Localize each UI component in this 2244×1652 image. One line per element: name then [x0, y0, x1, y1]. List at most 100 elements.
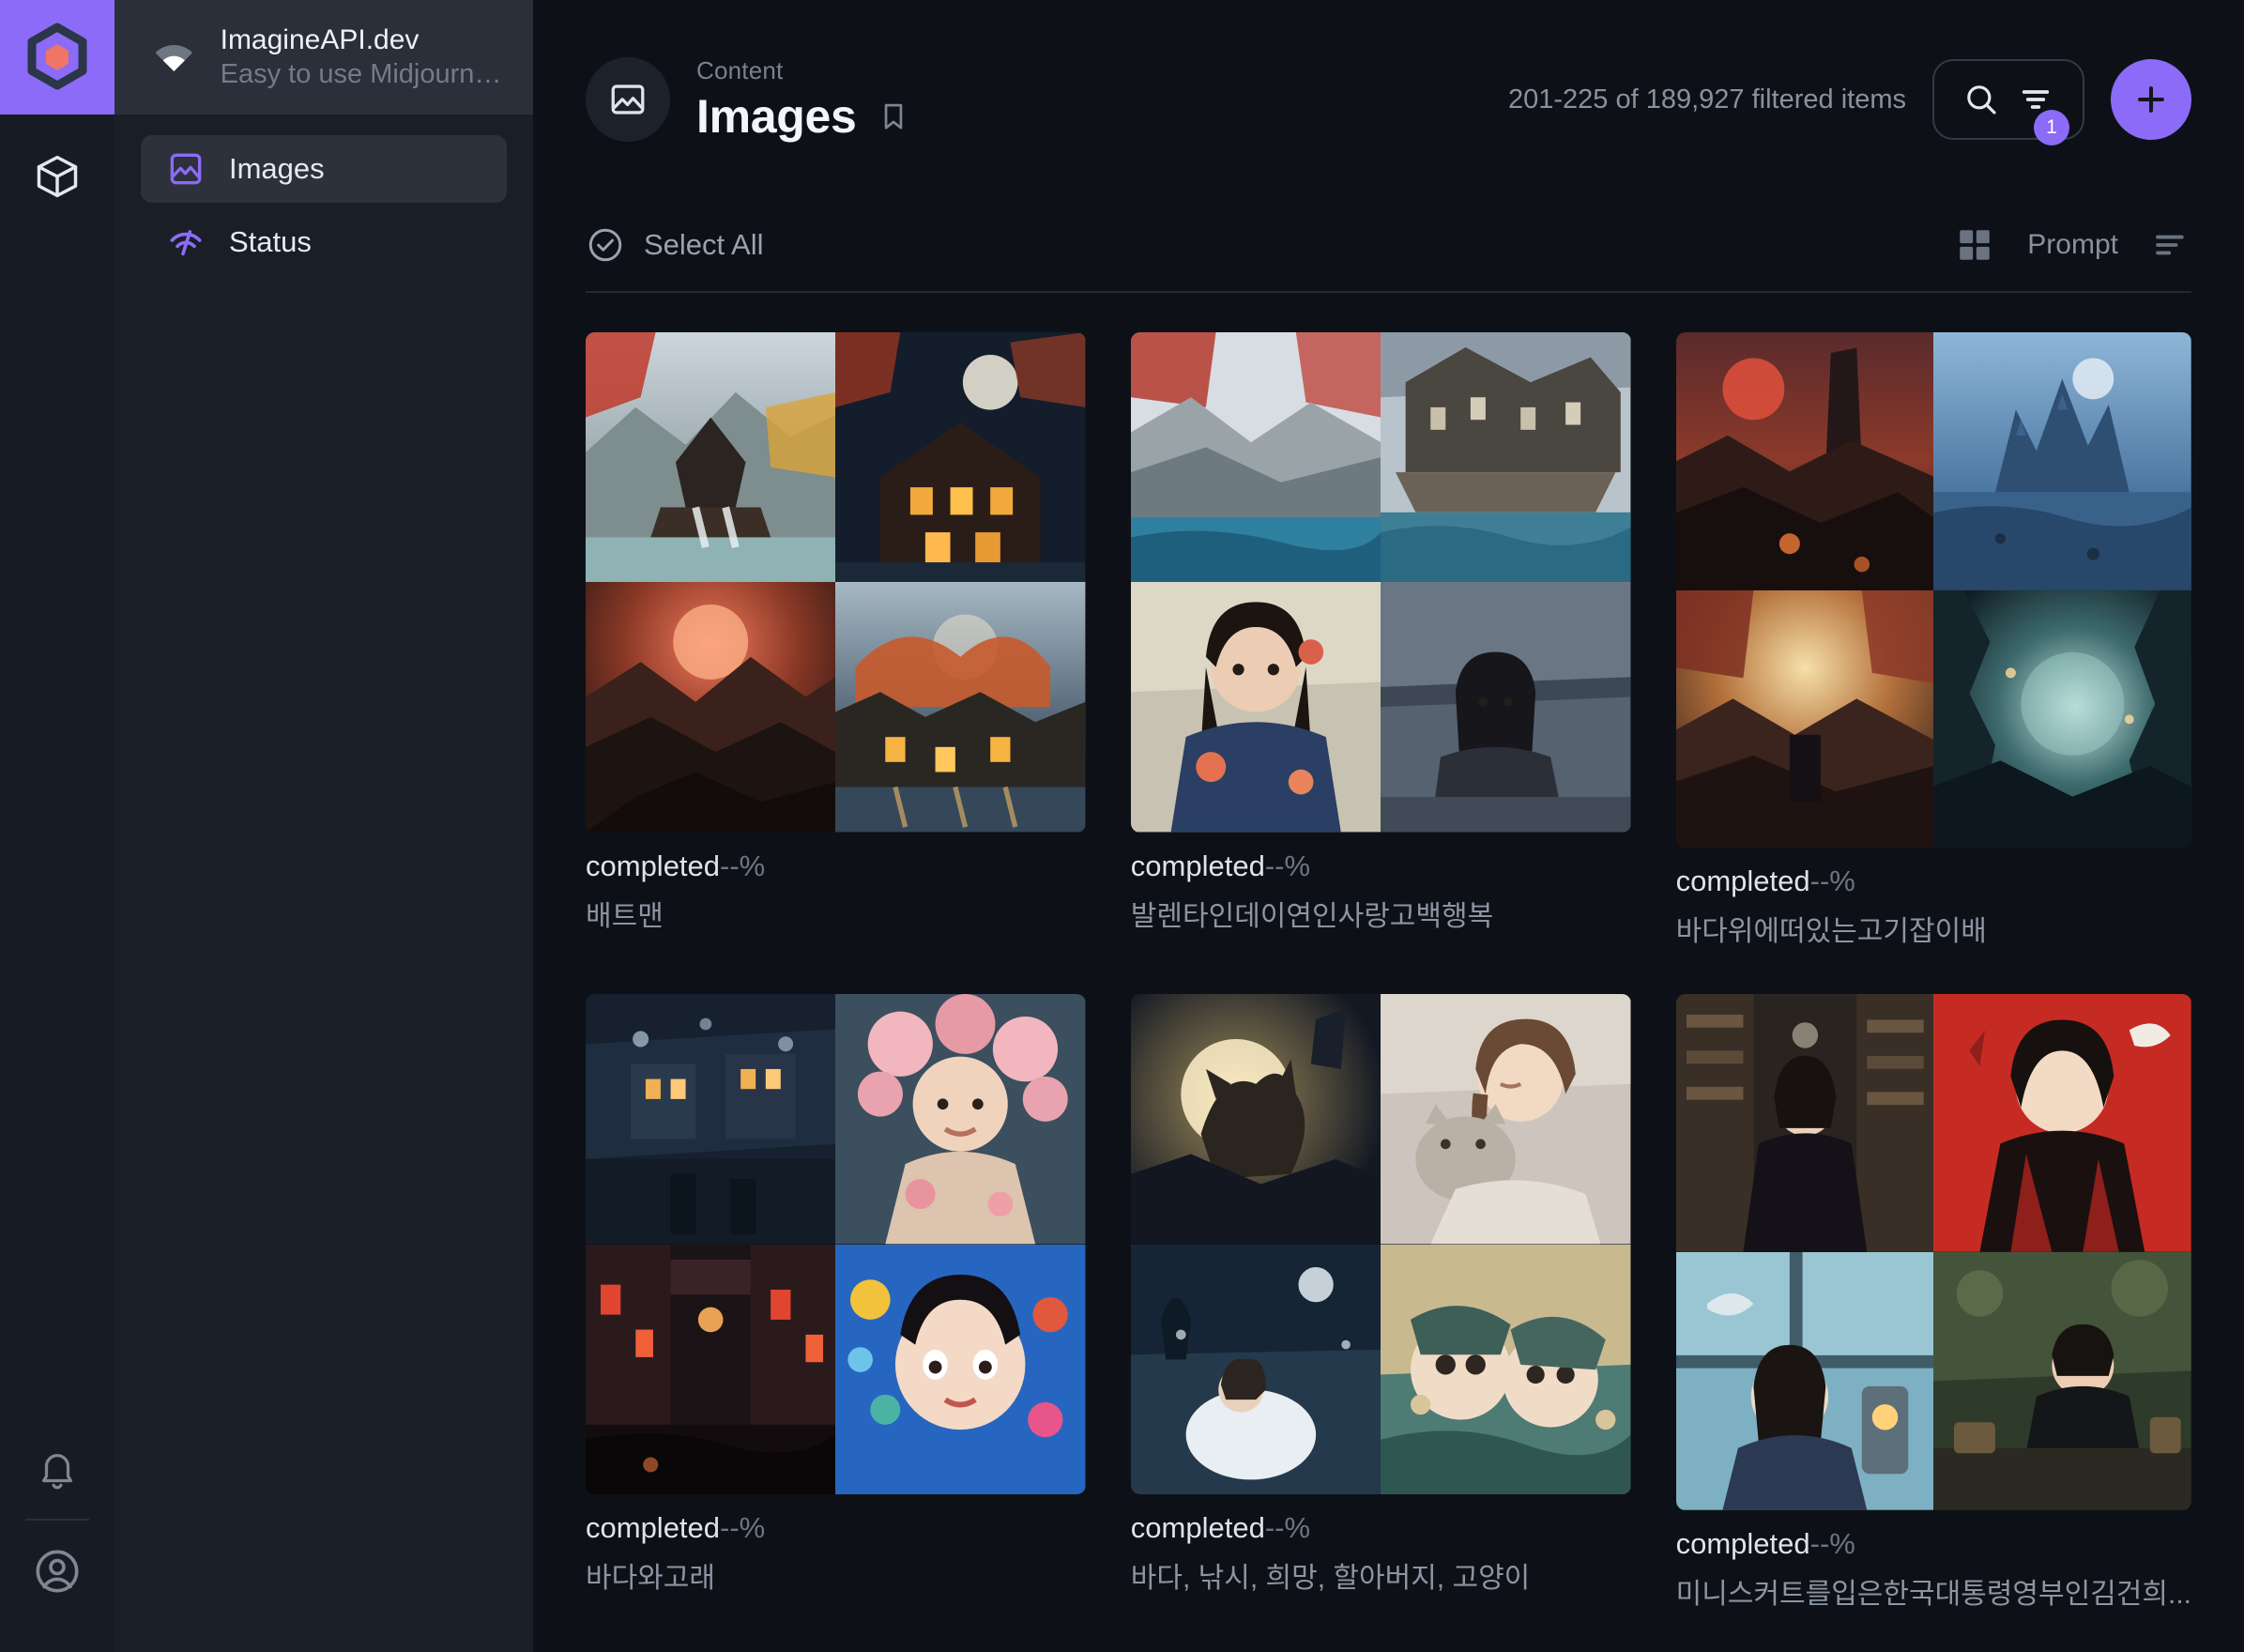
image-tile[interactable] [586, 1244, 836, 1495]
image-card[interactable]: completed--% 바다와고래 [586, 994, 1086, 1611]
bookmark-icon[interactable] [878, 100, 909, 132]
image-tile[interactable] [1381, 1244, 1631, 1495]
image-tile[interactable] [1933, 1252, 2191, 1510]
image-card[interactable]: completed--% 바다위에떠있는고기잡이배 [1675, 332, 2191, 949]
status-badge: completed--% [1676, 864, 2191, 898]
status-badge: completed--% [1131, 849, 1631, 883]
result-count: 201-225 of 189,927 filtered items [1508, 84, 1906, 115]
image-tile[interactable] [1933, 332, 2191, 590]
sidebar-item-label: Status [229, 225, 312, 258]
image-tile[interactable] [1381, 994, 1631, 1245]
image-tile[interactable] [1130, 582, 1382, 833]
title-row: Images [696, 89, 909, 144]
gallery-scroll-area[interactable]: completed--% 배트맨 completed--% 발렌타인데이연인사랑… [533, 293, 2244, 1652]
sort-descending-icon[interactable] [2150, 224, 2191, 266]
bell-icon [41, 1454, 73, 1490]
rail-notifications-button[interactable] [0, 1432, 114, 1507]
card-caption: completed--% 발렌타인데이연인사랑고백행복 [1131, 833, 1631, 934]
card-caption: completed--% 바다와고래 [586, 1494, 1086, 1596]
image-card[interactable]: completed--% 배트맨 [586, 332, 1086, 949]
add-button[interactable] [2111, 59, 2191, 140]
image-tile[interactable] [835, 582, 1086, 833]
brand-tagline: Easy to use Midjourne... [220, 58, 505, 89]
image-quad-grid[interactable] [586, 994, 1086, 1495]
user-circle-icon [36, 1550, 79, 1593]
rail-divider [25, 1519, 89, 1521]
rail-primary-group [0, 115, 114, 214]
gallery-toolbar: Select All Prompt [586, 199, 2191, 293]
app-logo[interactable] [0, 0, 114, 115]
page-titles: Content Images [696, 56, 909, 144]
status-badge: completed--% [586, 1511, 1086, 1545]
image-tile[interactable] [586, 994, 836, 1245]
image-tile[interactable] [1381, 582, 1631, 833]
status-text: completed [586, 1511, 721, 1545]
image-card[interactable]: completed--% 발렌타인데이연인사랑고백행복 [1130, 332, 1631, 949]
status-text: completed [1675, 1526, 1810, 1560]
select-all-button[interactable]: Select All [586, 225, 764, 265]
card-caption: completed--% 미니스커트를입은한국대통령영부인김건희... [1676, 1510, 2191, 1612]
image-tile[interactable] [586, 332, 836, 583]
activity-speedometer-icon [170, 230, 202, 256]
filter-count-badge: 1 [2034, 110, 2069, 145]
card-prompt: 바다와고래 [586, 1563, 715, 1595]
progress-percent: --% [1264, 1511, 1311, 1545]
rail-account-button[interactable] [0, 1534, 114, 1609]
page-title: Images [696, 89, 857, 143]
search-icon[interactable] [1962, 81, 2000, 118]
brand-header[interactable]: ImagineAPI.dev Easy to use Midjourne... [114, 0, 533, 115]
image-tile[interactable] [835, 332, 1086, 583]
select-all-label: Select All [644, 228, 764, 261]
sidebar-item-label: Images [229, 152, 325, 185]
image-tile[interactable] [835, 994, 1086, 1245]
image-tile[interactable] [1933, 589, 2191, 849]
breadcrumb: Content [696, 55, 784, 84]
image-quad-grid[interactable] [1130, 332, 1631, 833]
card-prompt: 배트맨 [586, 900, 664, 932]
icon-rail [0, 0, 114, 1652]
toolbar-right-group: Prompt [1954, 224, 2191, 266]
progress-percent: --% [720, 1511, 766, 1545]
app-root: ImagineAPI.dev Easy to use Midjourne... … [0, 0, 2244, 1652]
rail-bottom-group [0, 1432, 114, 1652]
grid-view-icon[interactable] [1954, 224, 1995, 266]
sort-field-label[interactable]: Prompt [2027, 229, 2118, 261]
image-quad-grid[interactable] [586, 332, 1086, 833]
status-badge: completed--% [1131, 1511, 1631, 1545]
progress-percent: --% [1264, 849, 1311, 882]
brand-text: ImagineAPI.dev Easy to use Midjourne... [221, 23, 505, 91]
status-text: completed [1130, 1511, 1265, 1545]
card-prompt: 바다, 낚시, 희망, 할아버지, 고양이 [1130, 1563, 1531, 1595]
image-card[interactable]: completed--% 미니스커트를입은한국대통령영부인김건희... [1675, 994, 2191, 1612]
rail-workspace-button[interactable] [0, 139, 114, 214]
image-tile[interactable] [1675, 332, 1934, 590]
image-card[interactable]: completed--% 바다, 낚시, 희망, 할아버지, 고양이 [1130, 994, 1631, 1611]
card-caption: completed--% 배트맨 [586, 833, 1086, 934]
sidebar-nav: Images Status [114, 115, 533, 276]
image-tile[interactable] [1130, 332, 1382, 583]
plus-icon [2138, 86, 2164, 113]
image-tile[interactable] [1675, 994, 1934, 1253]
hexagon-logo-icon [27, 23, 87, 90]
image-icon [611, 84, 645, 115]
cube-icon [37, 155, 78, 198]
image-tile[interactable] [1933, 994, 2191, 1253]
image-tile[interactable] [586, 582, 836, 833]
image-tile[interactable] [1675, 1252, 1934, 1510]
sidebar-item-images[interactable]: Images [141, 135, 507, 203]
search-filter-pill[interactable]: 1 [1932, 59, 2084, 145]
progress-percent: --% [1809, 864, 1855, 898]
sidebar-item-status[interactable]: Status [141, 208, 507, 276]
brand-name: ImagineAPI.dev [220, 24, 420, 56]
image-quad-grid[interactable] [1130, 994, 1631, 1495]
status-text: completed [1675, 864, 1810, 898]
page-header: Content Images 201-225 of 189,927 filter… [533, 0, 2244, 199]
image-tile[interactable] [835, 1244, 1086, 1495]
image-tile[interactable] [1675, 589, 1934, 849]
image-quad-grid[interactable] [1675, 332, 2191, 849]
main-content: Content Images 201-225 of 189,927 filter… [533, 0, 2244, 1652]
image-tile[interactable] [1130, 1244, 1382, 1495]
image-quad-grid[interactable] [1675, 994, 2191, 1510]
image-tile[interactable] [1130, 994, 1382, 1245]
image-tile[interactable] [1381, 332, 1631, 583]
